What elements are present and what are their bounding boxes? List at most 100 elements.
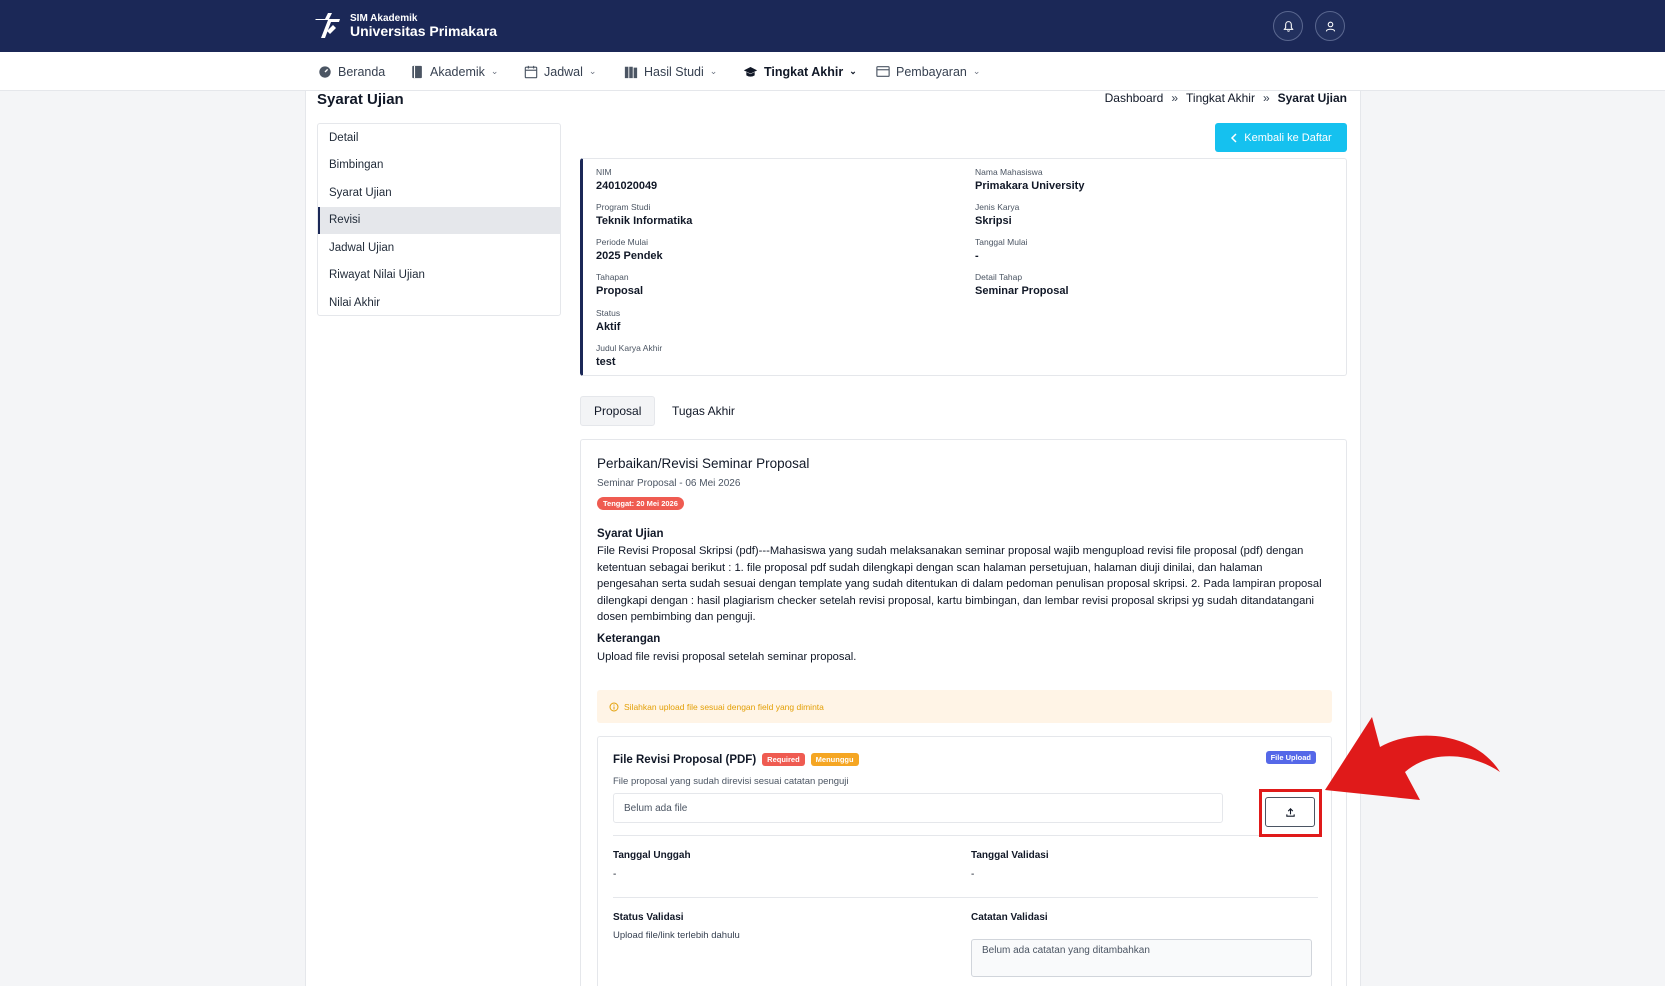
nav-hasil-studi-label: Hasil Studi [644,64,704,79]
tab-proposal[interactable]: Proposal [580,396,656,426]
keterangan-heading: Keterangan [597,633,661,645]
field-detail-tahap: Detail Tahap Seminar Proposal [975,272,1069,297]
deadline-badge: Tenggat: 20 Mei 2026 [597,497,684,510]
tab-tugas-akhir[interactable]: Tugas Akhir [659,396,748,426]
primakara-logo-icon [315,13,340,38]
field-periode-mulai: Periode Mulai 2025 Pendek [596,237,663,262]
field-label: Jenis Karya [975,202,1020,212]
revision-card: Perbaikan/Revisi Seminar Proposal Semina… [580,439,1347,986]
nav-pembayaran-label: Pembayaran [896,64,967,79]
side-menu: Detail Bimbingan Syarat Ujian Revisi Jad… [317,123,561,316]
status-badge: Menunggu [810,753,859,766]
calendar-icon [524,65,538,78]
user-menu-button[interactable] [1315,11,1345,41]
notification-button[interactable] [1273,11,1303,41]
field-value: - [975,250,979,262]
side-item-jadwal-ujian[interactable]: Jadwal Ujian [318,234,560,262]
status-validasi-label: Status Validasi [613,912,684,923]
nav-beranda-label: Beranda [338,64,386,79]
books-icon [624,66,638,78]
side-item-bimbingan[interactable]: Bimbingan [318,152,560,180]
field-tahapan: Tahapan Proposal [596,272,643,297]
field-label: Detail Tahap [975,272,1023,282]
syarat-heading: Syarat Ujian [597,528,664,540]
breadcrumb-separator: » [1262,91,1270,105]
back-to-list-button[interactable]: Kembali ke Daftar [1215,123,1347,152]
divider [613,835,1318,836]
chevron-left-icon [1231,132,1237,143]
student-info-card: NIM 2401020049 Nama Mahasiswa Primakara … [580,158,1347,376]
field-value: Aktif [596,321,621,333]
nav-jadwal[interactable]: Jadwal ⌄ [524,52,596,91]
field-value: Skripsi [975,215,1012,227]
field-label: Tahapan [596,272,629,282]
field-judul-karya-akhir: Judul Karya Akhir test [596,343,662,368]
tanggal-validasi-label: Tanggal Validasi [971,850,1049,861]
field-status: Status Aktif [596,308,620,333]
divider [613,897,1318,898]
chevron-down-icon: ⌄ [972,66,981,76]
brand[interactable]: SIM Akademik Universitas Primakara [312,10,497,42]
dashboard-icon [319,65,331,78]
bell-icon [1282,20,1294,32]
nav-beranda[interactable]: Beranda [318,52,385,91]
field-nim: NIM 2401020049 [596,167,657,192]
field-value: Seminar Proposal [975,285,1069,297]
side-item-syarat-ujian[interactable]: Syarat Ujian [318,179,560,207]
side-item-detail[interactable]: Detail [318,124,560,152]
nav-akademik-label: Akademik [430,64,485,79]
annotation-highlight-box [1259,789,1322,837]
side-item-riwayat-nilai-ujian[interactable]: Riwayat Nilai Ujian [318,262,560,290]
field-value: 2401020049 [596,180,658,192]
graduation-cap-icon [743,66,758,77]
page-title: Syarat Ujian [317,91,404,108]
field-value: Teknik Informatika [596,215,693,227]
revision-title: Perbaikan/Revisi Seminar Proposal [597,456,810,471]
nav-tingkat-akhir-label: Tingkat Akhir [764,64,844,79]
nav-akademik[interactable]: Akademik ⌄ [411,52,498,91]
field-nama-mahasiswa: Nama Mahasiswa Primakara University [975,167,1084,192]
side-item-nilai-akhir[interactable]: Nilai Akhir [318,289,560,317]
chevron-down-icon: ⌄ [490,66,499,76]
field-label: Nama Mahasiswa [975,167,1043,177]
file-input-field[interactable]: Belum ada file [613,793,1223,823]
status-validasi-value: Upload file/link terlebih dahulu [613,930,740,941]
main-nav: Beranda Akademik ⌄ Jadwal ⌄ Hasil Studi … [0,52,1665,91]
chevron-down-icon: ⌄ [588,66,597,76]
breadcrumb-separator: » [1171,91,1179,105]
breadcrumb-tingkat-akhir[interactable]: Tingkat Akhir [1186,91,1255,105]
nav-pembayaran[interactable]: Pembayaran ⌄ [876,52,980,91]
side-item-revisi[interactable]: Revisi [318,206,560,234]
field-value: test [596,356,616,368]
field-label: Tanggal Mulai [975,237,1028,247]
alert-text: Silahkan upload file sesuai dengan field… [624,701,824,712]
nav-hasil-studi[interactable]: Hasil Studi ⌄ [624,52,717,91]
top-bar: SIM Akademik Universitas Primakara [0,0,1665,52]
field-jenis-karya: Jenis Karya Skripsi [975,202,1019,227]
upload-field-title: File Revisi Proposal (PDF) [613,753,757,766]
field-value: Proposal [596,285,644,297]
field-value: 2025 Pendek [596,250,663,262]
required-badge: Required [762,753,805,766]
brand-title: Universitas Primakara [350,22,498,39]
catatan-validasi-textarea[interactable]: Belum ada catatan yang ditambahkan [971,939,1312,977]
tanggal-unggah-label: Tanggal Unggah [613,850,691,861]
field-value: Primakara University [975,180,1085,192]
info-circle-icon [609,702,619,711]
nav-jadwal-label: Jadwal [544,64,583,79]
upload-field-description: File proposal yang sudah direvisi sesuai… [613,776,849,787]
file-type-badge: File Upload [1265,751,1316,764]
catatan-placeholder: Belum ada catatan yang ditambahkan [982,945,1150,956]
field-label: Program Studi [596,202,651,212]
nav-tingkat-akhir[interactable]: Tingkat Akhir ⌄ [743,52,857,91]
chevron-down-icon: ⌄ [849,66,857,76]
annotation-arrow-icon [1325,717,1500,800]
field-label: NIM [596,167,612,177]
chevron-down-icon: ⌄ [709,66,718,76]
wallet-icon [876,66,890,77]
syarat-text: File Revisi Proposal Skripsi (pdf)---Mah… [597,545,1322,624]
book-icon [412,65,422,78]
breadcrumb: Dashboard » Tingkat Akhir » Syarat Ujian [1105,91,1347,105]
tanggal-validasi-value: - [971,869,975,880]
breadcrumb-dashboard[interactable]: Dashboard [1105,91,1164,105]
